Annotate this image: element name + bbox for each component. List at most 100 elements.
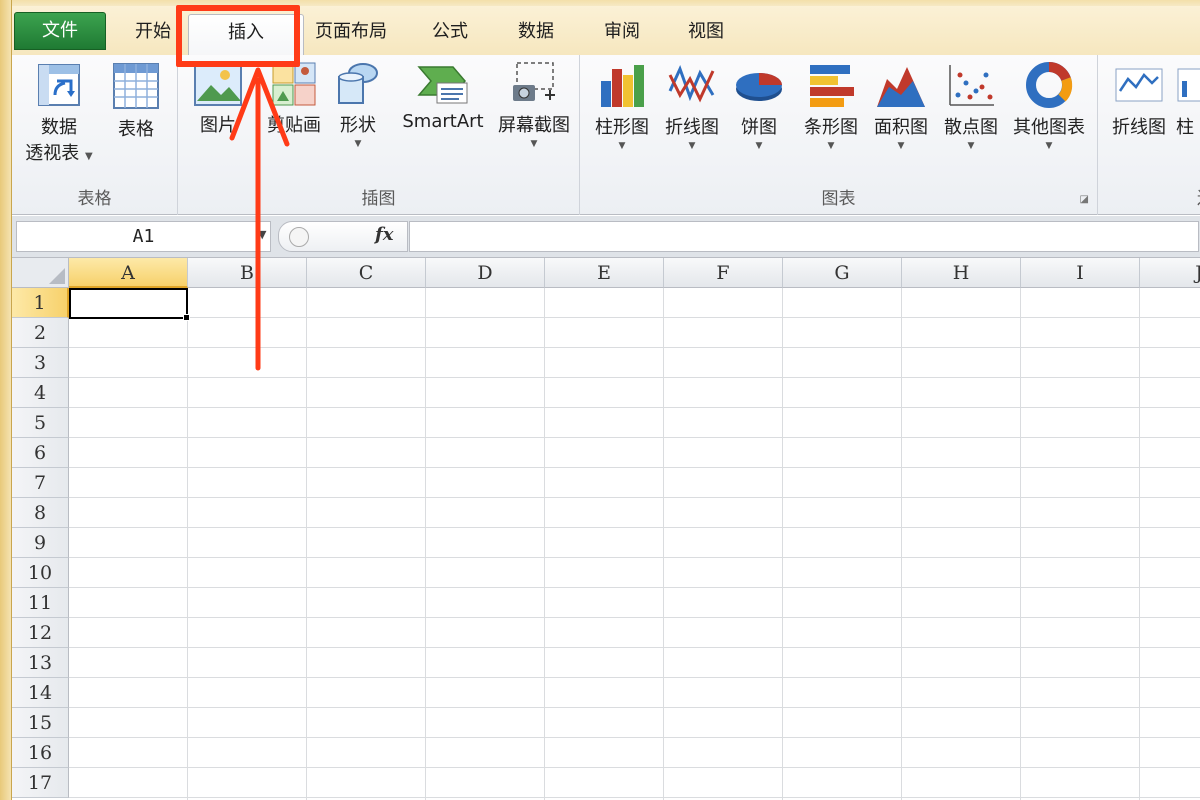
tab-formulas[interactable]: 公式 <box>412 14 488 56</box>
row-header[interactable]: 4 <box>12 378 69 408</box>
smartart-button[interactable]: SmartArt <box>396 61 490 132</box>
column-header[interactable]: I <box>1021 258 1140 288</box>
shapes-button[interactable]: 形状 ▼ <box>330 61 386 149</box>
sparkline-line-icon <box>1115 68 1163 102</box>
excel-window: 文件 开始 插入 页面布局 公式 数据 审阅 视图 数据 透视表 ▼ 表格 表格… <box>0 0 1200 800</box>
screenshot-label: 屏幕截图 <box>498 115 570 136</box>
smartart-label: SmartArt <box>402 111 484 132</box>
row-header[interactable]: 15 <box>12 708 69 738</box>
row-header[interactable]: 11 <box>12 588 69 618</box>
fill-handle[interactable] <box>183 314 190 321</box>
column-chart-label: 柱形图 <box>595 117 649 138</box>
area-chart-icon <box>877 67 925 107</box>
ribbon-panel: 数据 透视表 ▼ 表格 表格 图片 剪贴画 形状 ▼ SmartArt 屏幕截图… <box>12 55 1200 215</box>
bar-chart-label: 条形图 <box>804 117 858 138</box>
group-illustrations: 图片 剪贴画 形状 ▼ SmartArt 屏幕截图 ▼ 插图 <box>178 55 580 215</box>
pivot-table-button[interactable]: 数据 透视表 ▼ <box>18 61 100 165</box>
column-header[interactable]: J <box>1140 258 1200 288</box>
row-header[interactable]: 14 <box>12 678 69 708</box>
row-header[interactable]: 6 <box>12 438 69 468</box>
row-header[interactable]: 7 <box>12 468 69 498</box>
tab-review[interactable]: 审阅 <box>584 14 660 56</box>
group-title-illustrations: 插图 <box>361 189 396 209</box>
chevron-down-icon: ▼ <box>967 141 975 151</box>
pivot-table-label-line1: 数据 <box>41 117 77 138</box>
select-all-button[interactable] <box>12 258 69 288</box>
annotation-highlight-box <box>176 5 300 67</box>
table-label: 表格 <box>118 119 154 140</box>
column-header[interactable]: E <box>545 258 664 288</box>
formula-input[interactable] <box>409 221 1199 252</box>
bar-chart-button[interactable]: 条形图 ▼ <box>798 61 864 151</box>
row-header[interactable]: 5 <box>12 408 69 438</box>
insert-function-button[interactable]: fx <box>375 224 393 245</box>
pie-chart-label: 饼图 <box>741 117 777 138</box>
picture-label: 图片 <box>200 115 236 136</box>
row-header[interactable]: 12 <box>12 618 69 648</box>
chevron-down-icon[interactable]: ▼ <box>258 228 266 241</box>
chevron-down-icon: ▼ <box>85 151 93 162</box>
row-header[interactable]: 10 <box>12 558 69 588</box>
sparkline-line-button[interactable]: 折线图 <box>1106 61 1172 139</box>
expand-handle-icon[interactable] <box>289 227 309 247</box>
line-chart-button[interactable]: 折线图 ▼ <box>658 61 726 151</box>
row-header[interactable]: 2 <box>12 318 69 348</box>
column-header[interactable]: G <box>783 258 902 288</box>
column-header[interactable]: F <box>664 258 783 288</box>
sparkline-column-button[interactable]: 柱 <box>1176 61 1200 139</box>
chevron-down-icon: ▼ <box>688 141 696 151</box>
bar-chart-icon <box>810 65 854 107</box>
tab-view[interactable]: 视图 <box>668 14 744 56</box>
group-charts: 柱形图 ▼ 折线图 ▼ 饼图 ▼ 条形图 ▼ 面积图 ▼ 散点图 ▼ 其他图表 … <box>580 55 1098 215</box>
other-charts-button[interactable]: 其他图表 ▼ <box>1006 61 1092 151</box>
row-header[interactable]: 13 <box>12 648 69 678</box>
tab-data[interactable]: 数据 <box>498 14 574 56</box>
group-title-sparklines: 迷 <box>1098 184 1200 209</box>
chevron-down-icon: ▼ <box>618 141 626 151</box>
doughnut-chart-icon <box>1026 61 1073 108</box>
shapes-label: 形状 <box>340 115 376 136</box>
dialog-launcher-icon[interactable]: ◪ <box>1080 194 1089 205</box>
row-header[interactable]: 9 <box>12 528 69 558</box>
tab-page-layout[interactable]: 页面布局 <box>296 14 406 56</box>
row-header[interactable]: 3 <box>12 348 69 378</box>
screenshot-button[interactable]: 屏幕截图 ▼ <box>492 61 576 149</box>
line-chart-icon <box>668 65 715 103</box>
column-header[interactable]: H <box>902 258 1021 288</box>
column-header[interactable]: A <box>69 258 188 288</box>
pivot-table-label-line2: 透视表 ▼ <box>18 139 100 165</box>
pie-chart-button[interactable]: 饼图 ▼ <box>730 61 788 151</box>
scatter-chart-label: 散点图 <box>944 117 998 138</box>
line-chart-label: 折线图 <box>665 117 719 138</box>
sparkline-column-icon <box>1177 68 1200 102</box>
group-sparklines: 折线图 柱 迷 <box>1098 55 1200 215</box>
chevron-down-icon: ▼ <box>354 139 362 149</box>
window-frame-left <box>0 0 12 800</box>
scatter-chart-button[interactable]: 散点图 ▼ <box>938 61 1004 151</box>
row-header[interactable]: 16 <box>12 738 69 768</box>
chevron-down-icon: ▼ <box>827 141 835 151</box>
cell-area[interactable] <box>69 288 1200 800</box>
picture-button[interactable]: 图片 <box>190 61 246 137</box>
area-chart-button[interactable]: 面积图 ▼ <box>868 61 934 151</box>
pivot-table-label-text: 透视表 <box>25 143 80 164</box>
row-header[interactable]: 17 <box>12 768 69 798</box>
name-box[interactable]: A1 <box>16 221 271 252</box>
active-cell-a1[interactable] <box>69 288 188 319</box>
select-all-icon <box>49 268 65 284</box>
chevron-down-icon: ▼ <box>897 141 905 151</box>
column-chart-button[interactable]: 柱形图 ▼ <box>588 61 656 151</box>
clipart-button[interactable]: 剪贴画 <box>254 61 334 137</box>
clipart-label: 剪贴画 <box>267 115 321 136</box>
column-header[interactable]: D <box>426 258 545 288</box>
table-button[interactable]: 表格 <box>106 61 166 141</box>
group-title-tables: 表格 <box>77 189 112 209</box>
tab-file[interactable]: 文件 <box>14 12 106 50</box>
row-header[interactable]: 8 <box>12 498 69 528</box>
column-header[interactable]: C <box>307 258 426 288</box>
column-header[interactable]: B <box>188 258 307 288</box>
shapes-icon <box>338 63 378 104</box>
group-tables: 数据 透视表 ▼ 表格 表格 <box>12 55 178 215</box>
pie-chart-icon <box>736 73 782 101</box>
row-header[interactable]: 1 <box>12 288 69 318</box>
